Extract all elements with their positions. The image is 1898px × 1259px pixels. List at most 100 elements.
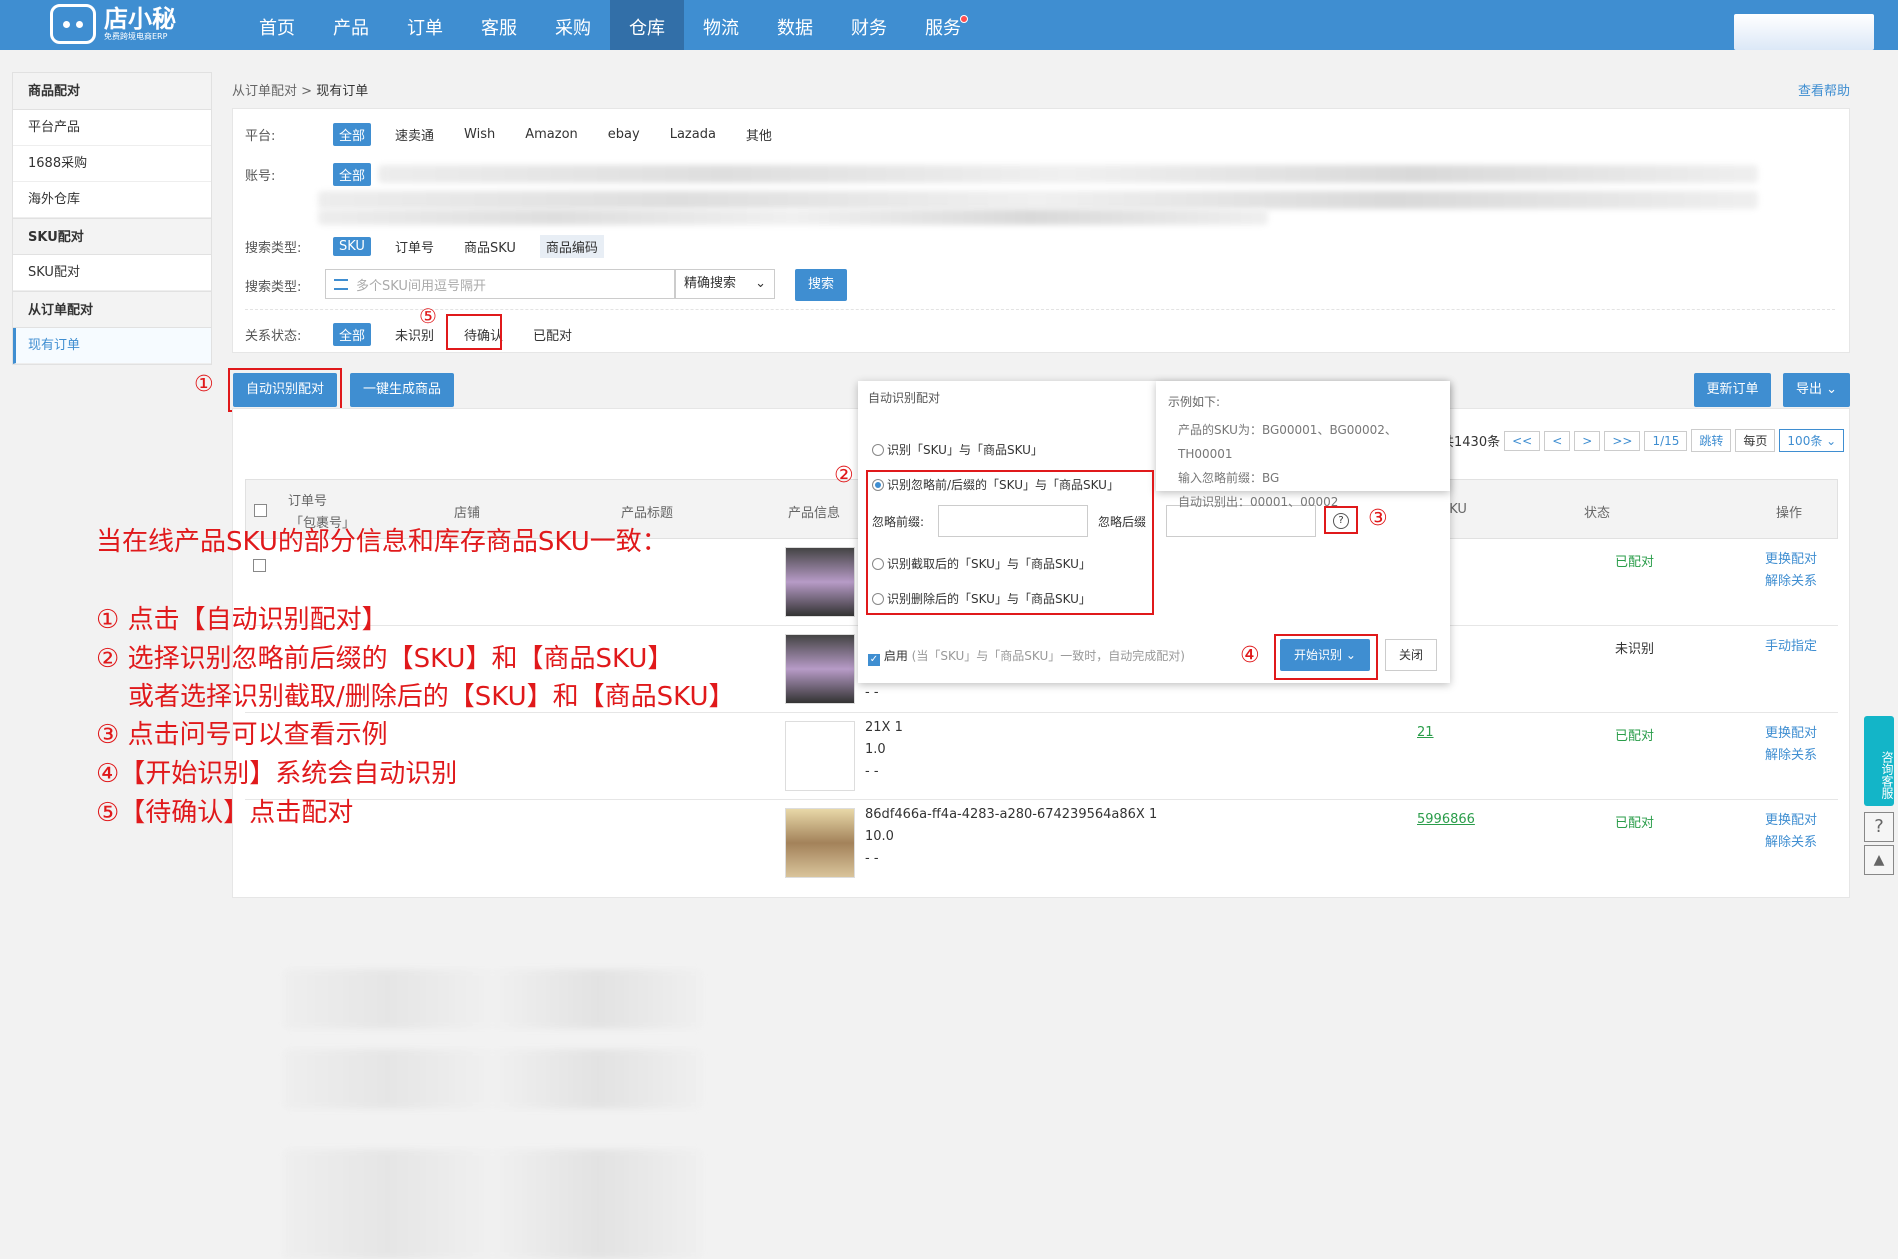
search-type-order[interactable]: 订单号 <box>389 235 440 258</box>
sidebar-item-1688[interactable]: 1688采购 <box>13 146 211 182</box>
page-jump[interactable]: 跳转 <box>1691 429 1732 452</box>
product-thumbnail <box>785 721 855 791</box>
instruction-step-2b: 或者选择识别截取/删除后的【SKU】和【商品SKU】 <box>128 682 735 712</box>
unlink-link[interactable]: 解除关系 <box>1765 832 1817 854</box>
marker-2: ② <box>834 463 854 488</box>
enable-checkbox[interactable]: ✓ <box>868 654 880 666</box>
platform-all[interactable]: 全部 <box>333 123 372 146</box>
change-match-link[interactable]: 更换配对 <box>1765 723 1817 745</box>
search-button[interactable]: 搜索 <box>795 269 847 301</box>
row-status: 已配对 <box>1615 729 1655 744</box>
product-thumbnail <box>785 808 855 878</box>
export-button[interactable]: 导出 ⌄ <box>1783 373 1850 407</box>
instruction-step-1: ① 点击【自动识别配对】 <box>96 605 388 635</box>
unlink-link[interactable]: 解除关系 <box>1765 745 1817 767</box>
platform-wish[interactable]: Wish <box>458 125 501 144</box>
sidebar-item-platform-products[interactable]: 平台产品 <box>13 110 211 146</box>
th-order: 订单号 <box>288 494 328 509</box>
product-sku-qty: 86df466a-ff4a-4283-a280-674239564a86X 1 <box>865 807 1158 822</box>
marker-1: ① <box>194 372 214 397</box>
per-page-select[interactable]: 100条 ⌄ <box>1779 429 1845 452</box>
instruction-step-2: ② 选择识别忽略前后缀的【SKU】和【商品SKU】 <box>96 644 674 674</box>
highlight-question <box>1324 506 1358 534</box>
account-all[interactable]: 全部 <box>333 163 372 186</box>
product-sku-qty: 21X 1 <box>865 720 903 735</box>
user-account-box[interactable] <box>1734 14 1874 50</box>
platform-aliexpress[interactable]: 速卖通 <box>389 123 440 146</box>
logo[interactable]: 店小秘 免费跨境电商ERP <box>50 4 176 44</box>
th-ops: 操作 <box>1776 506 1803 521</box>
generate-products-button[interactable]: 一键生成商品 <box>350 373 454 407</box>
search-label: 搜索类型: <box>245 280 302 295</box>
help-icon[interactable]: ? <box>1864 812 1894 842</box>
change-match-link[interactable]: 更换配对 <box>1765 549 1817 571</box>
product-price: 10.0 <box>865 829 894 844</box>
nav-products[interactable]: 产品 <box>314 0 388 50</box>
sku-link[interactable]: 21 <box>1417 725 1434 740</box>
divider <box>245 309 1835 310</box>
sidebar: 商品配对 平台产品 1688采购 海外仓库 SKU配对 SKU配对 从订单配对 … <box>12 72 212 365</box>
marker-5: ⑤ <box>419 304 437 328</box>
customer-service-button[interactable]: 咨询客服 <box>1864 716 1894 806</box>
radio-option-1[interactable] <box>872 444 884 456</box>
breadcrumb-current: 现有订单 <box>316 84 369 99</box>
nav-logistics[interactable]: 物流 <box>684 0 758 50</box>
example-line-2: 输入忽略前缀：BG <box>1178 471 1280 485</box>
page-last[interactable]: >> <box>1604 430 1641 451</box>
enable-row: ✓ 启用 (当「SKU」与「商品SKU」一致时，自动完成配对) <box>868 647 1185 666</box>
enable-note: (当「SKU」与「商品SKU」一致时，自动完成配对) <box>911 649 1185 663</box>
sidebar-item-sku-match[interactable]: SKU配对 <box>13 255 211 291</box>
option-1-label: 识别「SKU」与「商品SKU」 <box>887 443 1043 457</box>
status-row: 关系状态: 全部 未识别 待确认 已配对 <box>245 323 578 346</box>
status-matched[interactable]: 已配对 <box>527 323 578 346</box>
search-placeholder: 多个SKU间用逗号隔开 <box>356 278 486 294</box>
marker-4: ④ <box>1240 643 1260 668</box>
breadcrumb-parent[interactable]: 从订单配对 <box>232 84 297 99</box>
nav-home[interactable]: 首页 <box>240 0 314 50</box>
sidebar-item-overseas[interactable]: 海外仓库 <box>13 182 211 218</box>
platform-lazada[interactable]: Lazada <box>664 125 722 144</box>
close-button[interactable]: 关闭 <box>1385 639 1437 671</box>
notification-dot <box>960 15 968 23</box>
table-row: 21X 1 1.0 - - 21 已配对 更换配对 解除关系 <box>245 713 1838 800</box>
row-ops: 更换配对 解除关系 <box>1765 810 1817 854</box>
page-next[interactable]: > <box>1574 430 1601 451</box>
search-type-product-sku[interactable]: 商品SKU <box>458 235 522 258</box>
marker-3: ③ <box>1368 506 1388 531</box>
product-thumbnail <box>785 634 855 704</box>
update-orders-button[interactable]: 更新订单 <box>1694 373 1771 407</box>
search-input[interactable]: 多个SKU间用逗号隔开 <box>325 269 675 299</box>
unlink-link[interactable]: 解除关系 <box>1765 571 1817 593</box>
nav-services[interactable]: 服务 <box>906 0 980 50</box>
nav-data[interactable]: 数据 <box>758 0 832 50</box>
sidebar-item-existing-orders[interactable]: 现有订单 <box>13 328 211 364</box>
platform-amazon[interactable]: Amazon <box>519 125 584 144</box>
match-mode-select[interactable]: 精确搜索 ⌄ <box>675 269 775 299</box>
search-type-product-code[interactable]: 商品编码 <box>539 235 604 258</box>
search-type-sku[interactable]: SKU <box>333 237 371 256</box>
change-match-link[interactable]: 更换配对 <box>1765 810 1817 832</box>
back-to-top-icon[interactable]: ▲ <box>1864 845 1894 875</box>
option-1[interactable]: 识别「SKU」与「商品SKU」 <box>872 441 1043 458</box>
logo-name: 店小秘 <box>104 5 176 33</box>
page-prev[interactable]: < <box>1544 430 1571 451</box>
nav-warehouse[interactable]: 仓库 <box>610 0 684 50</box>
auto-match-button[interactable]: 自动识别配对 <box>233 373 337 407</box>
platform-other[interactable]: 其他 <box>740 123 778 146</box>
nav-purchase[interactable]: 采购 <box>536 0 610 50</box>
page-first[interactable]: << <box>1504 430 1541 451</box>
enable-label: 启用 <box>883 649 908 663</box>
nav-service[interactable]: 客服 <box>462 0 536 50</box>
blurred-cells-3 <box>283 1149 703 1259</box>
nav-finance[interactable]: 财务 <box>832 0 906 50</box>
manual-assign-link[interactable]: 手动指定 <box>1765 636 1817 658</box>
status-all[interactable]: 全部 <box>333 323 372 346</box>
account-list-blurred-2 <box>318 191 1758 209</box>
th-status: 状态 <box>1584 506 1611 521</box>
platform-ebay[interactable]: ebay <box>602 125 646 144</box>
nav-orders[interactable]: 订单 <box>388 0 462 50</box>
help-link[interactable]: 查看帮助 <box>1798 80 1850 99</box>
sku-link[interactable]: 5996866 <box>1417 812 1475 827</box>
match-mode-value: 精确搜索 <box>684 276 737 291</box>
select-all-checkbox[interactable] <box>254 504 267 517</box>
